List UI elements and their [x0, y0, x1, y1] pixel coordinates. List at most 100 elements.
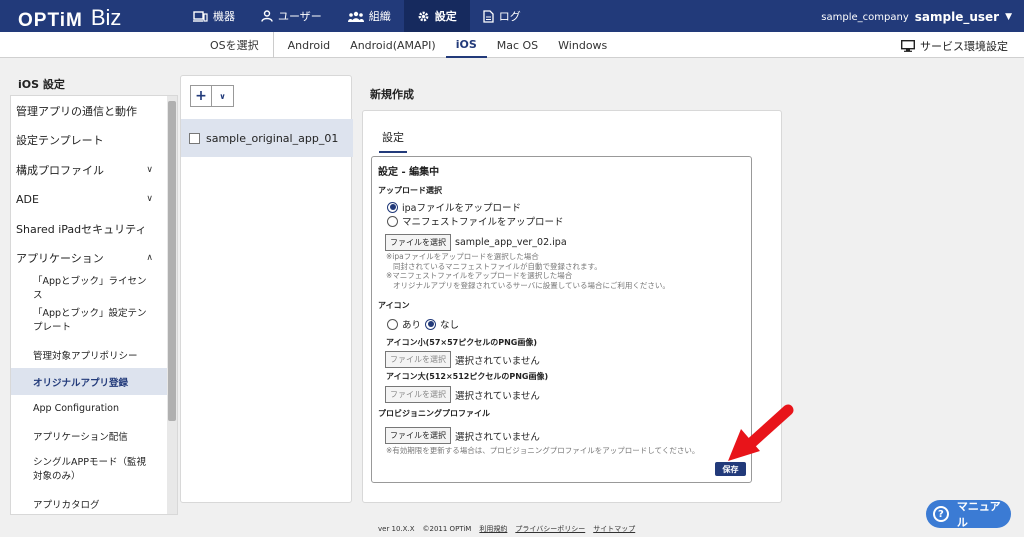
sidebar-title: iOS 設定	[18, 78, 65, 91]
monitor-icon	[901, 40, 915, 52]
nav-settings[interactable]: 設定	[403, 0, 470, 32]
add-dropdown-button[interactable]: ∨	[212, 85, 234, 107]
app-name: sample_original_app_01	[206, 131, 339, 145]
tab-settings[interactable]: 設定	[379, 129, 407, 153]
choose-file-button[interactable]: ファイルを選択	[385, 234, 451, 251]
chevron-down-icon: ∨	[146, 194, 153, 205]
provisioning-status: 選択されていません	[455, 431, 540, 443]
icon-large-label: アイコン大(512×512ピクセルのPNG画像)	[386, 372, 549, 381]
icon-small-label: アイコン小(57×57ピクセルのPNG画像)	[386, 338, 538, 347]
icon-small-status: 選択されていません	[455, 355, 540, 367]
sidebar-item-app-book-license[interactable]: 「Appとブック」ライセンス	[11, 273, 177, 301]
app-list-panel: + ∨ sample_original_app_01	[180, 75, 353, 503]
add-button[interactable]: +	[190, 85, 212, 107]
nav-organization[interactable]: 組織	[335, 0, 404, 32]
form-heading: 新規作成	[370, 88, 414, 101]
ipa-file-row: ファイルを選択 sample_app_ver_02.ipa	[385, 234, 567, 251]
chevron-up-icon: ∧	[146, 253, 153, 264]
terms-link[interactable]: 利用規約	[479, 524, 507, 534]
nav-log[interactable]: ログ	[470, 0, 534, 32]
chevron-down-icon: ∨	[146, 164, 153, 175]
sidebar-item-config-profile[interactable]: 構成プロファイル ∨	[11, 155, 177, 185]
tab-android[interactable]: Android	[278, 32, 341, 58]
nav-log-label: ログ	[498, 10, 521, 23]
sidebar-item-original-app[interactable]: オリジナルアプリ登録	[11, 368, 177, 395]
choose-file-button[interactable]: ファイルを選択	[385, 351, 451, 368]
gear-icon	[418, 11, 429, 21]
service-settings-label: サービス環境設定	[920, 40, 1008, 53]
icon-yes-option[interactable]: あり	[387, 317, 421, 331]
edit-section: 設定 - 編集中 アップロード選択 ipaファイルをアップロード マニフェストフ…	[371, 156, 752, 483]
tab-windows[interactable]: Windows	[548, 32, 617, 58]
tab-ios[interactable]: iOS	[445, 32, 487, 58]
choose-file-button[interactable]: ファイルを選択	[385, 386, 451, 403]
device-icon	[193, 10, 208, 22]
edit-title: 設定 - 編集中	[378, 167, 440, 178]
checkbox[interactable]	[189, 132, 200, 144]
main-nav: 機器 ユーザー 組織 設定 ログ	[180, 0, 534, 32]
nav-devices[interactable]: 機器	[180, 0, 248, 32]
sidebar-menu: 管理アプリの通信と動作 設定テンプレート 構成プロファイル ∨ ADE ∨ Shar…	[10, 95, 178, 515]
optim-biz-logo[interactable]: OPTiM Biz	[18, 5, 121, 32]
choose-file-button[interactable]: ファイルを選択	[385, 427, 451, 444]
sidebar-item-managed-app-policy[interactable]: 管理対象アプリポリシー	[11, 341, 177, 368]
sidebar-item-settings-template[interactable]: 設定テンプレート	[11, 126, 177, 156]
version: ver 10.X.X	[378, 525, 415, 533]
sidebar: iOS 設定 管理アプリの通信と動作 設定テンプレート 構成プロファイル ∨ AD…	[8, 72, 178, 515]
icon-large-row: ファイルを選択 選択されていません	[385, 386, 540, 403]
sidebar-item-app-distribution[interactable]: アプリケーション配信	[11, 422, 177, 449]
sidebar-item-app-configuration[interactable]: App Configuration	[11, 395, 177, 422]
icon-large-status: 選択されていません	[455, 390, 540, 402]
organization-icon	[347, 11, 364, 22]
sidebar-item-ade[interactable]: ADE ∨	[11, 185, 177, 215]
sidebar-item-app-book-template[interactable]: 「Appとブック」設定テンプレート	[11, 300, 177, 341]
form-panel: 設定 設定 - 編集中 アップロード選択 ipaファイルをアップロード マニフェ…	[362, 110, 782, 503]
footer: ver 10.X.X ©2011 OPTiM 利用規約 プライバシーポリシー サ…	[378, 524, 643, 534]
list-item[interactable]: sample_original_app_01	[181, 119, 353, 157]
service-settings-link[interactable]: サービス環境設定	[901, 38, 1008, 54]
user-menu[interactable]: sample_company sample_user ▼	[821, 10, 1012, 24]
icon-no-option[interactable]: なし	[425, 317, 459, 331]
user-name: sample_user	[914, 10, 1000, 24]
provisioning-row: ファイルを選択 選択されていません	[385, 427, 540, 444]
nav-devices-label: 機器	[213, 10, 235, 23]
user-icon	[261, 10, 273, 22]
copyright: ©2011 OPTiM	[422, 525, 472, 533]
upload-select-label: アップロード選択	[378, 186, 442, 195]
log-icon	[483, 9, 494, 23]
sidebar-item-applications[interactable]: アプリケーション ∧	[11, 244, 177, 274]
caret-down-icon: ▼	[1005, 12, 1012, 22]
upload-ipa-option[interactable]: ipaファイルをアップロード	[387, 200, 521, 214]
os-select-label: OSを選択	[200, 32, 274, 58]
upload-note: ※ipaファイルをアップロードを選択した場合 同封されているマニフェストファイルが…	[386, 252, 670, 290]
sidebar-item-app-communication[interactable]: 管理アプリの通信と動作	[11, 96, 177, 126]
nav-users[interactable]: ユーザー	[248, 0, 335, 32]
radio-icon-yes[interactable]	[387, 318, 398, 330]
tab-android-amapi[interactable]: Android(AMAPI)	[340, 32, 446, 58]
provisioning-label: プロビジョニングプロファイル	[378, 409, 490, 418]
os-tab-bar: OSを選択 Android Android(AMAPI) iOS Mac OS …	[0, 32, 1024, 58]
manual-label: マニュアル	[956, 500, 1001, 529]
question-icon: ?	[933, 506, 949, 522]
radio-manifest[interactable]	[387, 215, 398, 227]
nav-settings-label: 設定	[434, 10, 457, 23]
sitemap-link[interactable]: サイトマップ	[593, 524, 635, 534]
icon-small-row: ファイルを選択 選択されていません	[385, 351, 540, 368]
sidebar-item-shared-ipad[interactable]: Shared iPadセキュリティ	[11, 214, 177, 244]
sidebar-item-single-app-mode[interactable]: シングルAPPモード（監視対象のみ）	[11, 449, 177, 490]
nav-organization-label: 組織	[368, 10, 391, 23]
radio-ipa[interactable]	[387, 201, 398, 213]
company-name: sample_company	[821, 11, 909, 23]
ipa-file-name: sample_app_ver_02.ipa	[455, 237, 567, 248]
privacy-link[interactable]: プライバシーポリシー	[515, 524, 585, 534]
upload-manifest-option[interactable]: マニフェストファイルをアップロード	[387, 214, 564, 228]
nav-users-label: ユーザー	[278, 10, 322, 23]
manual-button[interactable]: ? マニュアル	[926, 500, 1011, 529]
save-button[interactable]: 保存	[715, 462, 746, 476]
sidebar-item-app-catalog[interactable]: アプリカタログ	[11, 490, 177, 514]
tab-macos[interactable]: Mac OS	[487, 32, 548, 58]
sidebar-scroll-thumb[interactable]	[168, 101, 176, 421]
sidebar-scrollbar[interactable]	[167, 96, 177, 514]
radio-icon-no[interactable]	[425, 318, 436, 330]
provisioning-note: ※有効期限を更新する場合は、プロビジョニングプロファイルをアップロードしてくださ…	[386, 446, 700, 455]
